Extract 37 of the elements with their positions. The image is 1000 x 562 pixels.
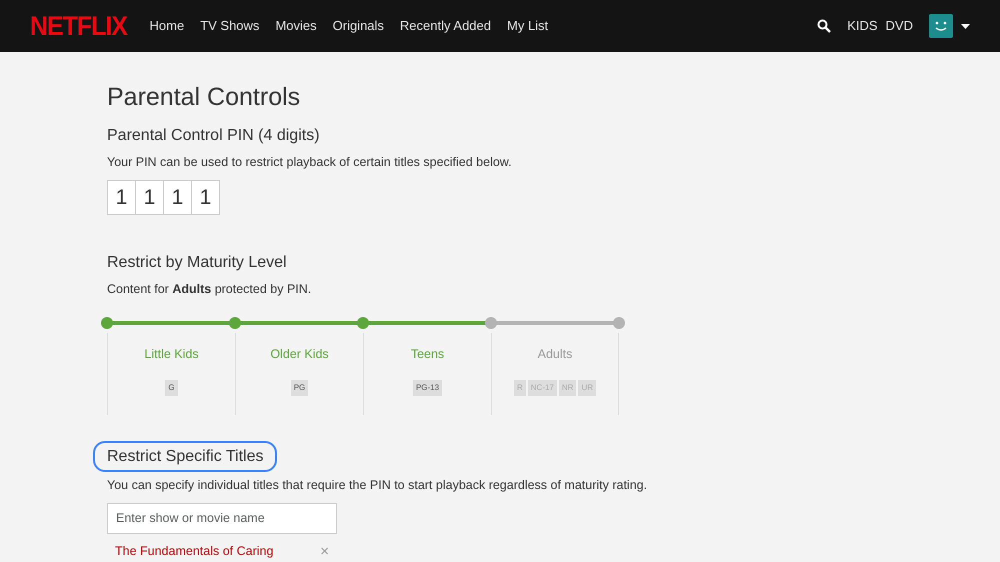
description-text: Content for Adults protected by PIN. [107,281,312,298]
nav-link[interactable]: Home [150,16,184,36]
nav-link[interactable]: My List [507,16,548,36]
level-label: Older Kids [269,346,330,363]
level-label: Little Kids [143,346,200,363]
nav-link[interactable]: TV Shows [200,16,260,36]
level-node[interactable] [357,316,369,329]
caret-icon[interactable] [961,24,970,28]
title-search-field[interactable]: Enter show or movie name [107,502,337,534]
nav-link[interactable]: Movies [275,16,317,36]
level-node[interactable] [485,316,497,329]
section-heading: Restrict by Maturity Level [107,252,288,272]
rating-tag: PG-13 [412,380,442,396]
pin-digit-field[interactable]: 1 [107,180,136,215]
restricted-title: The Fundamentals of Caring [115,542,274,560]
section-heading: Parental Control PIN (4 digits) [107,126,321,146]
nav-link[interactable]: DVD [886,16,913,36]
level-label: Teens [410,346,446,363]
description-text: You can specify individual titles that require the PIN to start playback regardless of maturity rating. [107,477,648,494]
profile-avatar[interactable] [929,14,953,38]
nav-link[interactable]: Recently Added [400,16,491,36]
netflix-logo[interactable]: NETFLIX [30,6,128,46]
pin-digit-field[interactable]: 1 [191,180,220,215]
section-heading: Restrict Specific Titles [107,446,264,466]
nav-link[interactable]: Originals [332,16,384,36]
rating-tag: PG [290,380,308,396]
nav-link[interactable]: KIDS [847,16,878,36]
description-text: Your PIN can be used to restrict playback of certain titles specified below. [107,154,513,172]
search-icon[interactable] [817,19,832,33]
level-label: Adults [536,346,574,363]
level-node[interactable] [613,316,625,329]
page-title: Parental Controls [107,82,302,112]
pin-digit-field[interactable]: 1 [163,180,192,215]
pin-digit-field[interactable]: 1 [135,180,164,215]
rating-tag: G [165,380,178,396]
level-node[interactable] [101,316,113,329]
level-node[interactable] [229,316,241,329]
